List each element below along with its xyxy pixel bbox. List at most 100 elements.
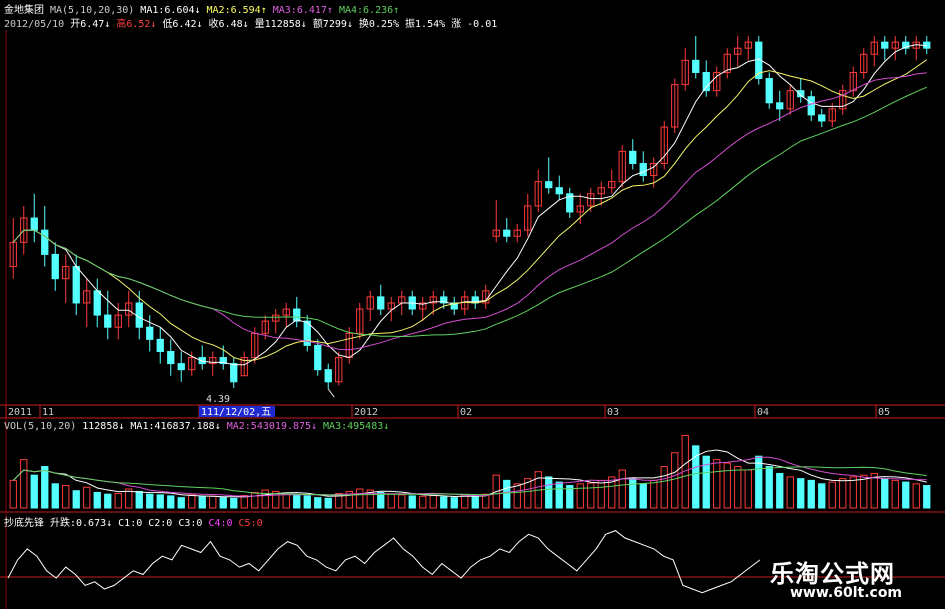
volume-bar-72 bbox=[765, 466, 773, 509]
candle-body-66 bbox=[702, 71, 710, 92]
candle-body-51 bbox=[545, 181, 553, 189]
volume-bar-85 bbox=[902, 481, 910, 509]
volume-header: VOL(5,10,20) 112858↓ MA1:416837.188↓ MA2:54… bbox=[4, 421, 395, 432]
volume-header-item-0: VOL(5,10,20) bbox=[4, 421, 77, 432]
volume-header-item-2: MA1:416837.188↓ bbox=[130, 421, 221, 432]
watermark-url: www.60lt.com bbox=[790, 585, 903, 601]
volume-bar-38 bbox=[408, 495, 416, 509]
volume-bar-39 bbox=[419, 495, 427, 509]
volume-bar-7 bbox=[83, 486, 91, 509]
volume-bar-19 bbox=[209, 495, 217, 509]
volume-bar-4 bbox=[51, 483, 59, 509]
volume-bar-62 bbox=[660, 466, 668, 509]
volume-bar-15 bbox=[167, 495, 175, 509]
volume-bar-59 bbox=[629, 478, 637, 509]
candle-body-59 bbox=[629, 150, 637, 164]
volume-bar-86 bbox=[912, 483, 920, 509]
candle-body-14 bbox=[156, 338, 164, 352]
candle-body-76 bbox=[807, 96, 815, 116]
indicator-line bbox=[7, 530, 761, 594]
volume-bar-12 bbox=[135, 490, 143, 509]
volume-bar-23 bbox=[251, 491, 259, 509]
volume-bar-9 bbox=[104, 493, 112, 509]
volume-bar-56 bbox=[597, 479, 605, 509]
candle-body-73 bbox=[776, 102, 784, 110]
date-label-0: 2011 bbox=[8, 407, 32, 418]
watermark-title: 乐淘公式网 bbox=[770, 560, 895, 588]
indicator-header-item-4: C3:0 bbox=[178, 518, 203, 529]
candle-body-9 bbox=[104, 314, 112, 328]
volume-bar-41 bbox=[440, 496, 448, 509]
volume-bar-60 bbox=[639, 483, 647, 509]
date-label-5: 03 bbox=[607, 407, 619, 418]
indicator-header-item-5: C4:0 bbox=[208, 518, 233, 529]
candle-body-47 bbox=[503, 229, 511, 237]
volume-bar-51 bbox=[545, 476, 553, 509]
volume-bar-0 bbox=[9, 479, 17, 509]
volume-bar-69 bbox=[734, 466, 742, 509]
volume-bar-74 bbox=[786, 476, 794, 509]
volume-bar-70 bbox=[744, 469, 752, 509]
indicator-header-item-0: 抄底先锋 bbox=[4, 518, 44, 529]
volume-bar-36 bbox=[387, 493, 395, 509]
volume-bar-63 bbox=[671, 452, 679, 509]
date-label-1: 11 bbox=[42, 407, 54, 418]
candle-body-30 bbox=[324, 369, 332, 383]
volume-bar-67 bbox=[713, 459, 721, 509]
date-label-7: 05 bbox=[878, 407, 890, 418]
volume-bar-26 bbox=[282, 493, 290, 509]
volume-bar-82 bbox=[870, 472, 878, 509]
volume-bar-20 bbox=[219, 497, 227, 509]
volume-bar-54 bbox=[576, 483, 584, 509]
volume-bar-1 bbox=[20, 459, 28, 509]
volume-bar-27 bbox=[293, 494, 301, 509]
candle-body-15 bbox=[167, 350, 175, 365]
volume-bar-30 bbox=[324, 497, 332, 509]
candle-body-4 bbox=[51, 253, 59, 280]
volume-bar-6 bbox=[72, 490, 80, 509]
volume-bar-84 bbox=[891, 479, 899, 509]
candle-body-27 bbox=[293, 308, 301, 322]
volume-bar-81 bbox=[860, 474, 868, 509]
volume-header-item-4: MA3:495483↓ bbox=[323, 421, 390, 432]
indicator-header: 抄底先锋 升跌:0.673↓ C1:0 C2:0 C3:0 C4:0 C5:0 bbox=[4, 514, 269, 529]
low-pointer bbox=[327, 388, 335, 398]
candle-body-12 bbox=[135, 302, 143, 328]
volume-bar-28 bbox=[303, 495, 311, 509]
volume-bar-78 bbox=[828, 481, 836, 509]
candle-body-60 bbox=[639, 162, 647, 177]
volume-bar-48 bbox=[513, 483, 521, 509]
candle-body-13 bbox=[146, 326, 154, 340]
volume-bar-13 bbox=[146, 493, 154, 509]
volume-bar-80 bbox=[849, 476, 857, 509]
date-label-4: 02 bbox=[460, 407, 472, 418]
volume-bar-33 bbox=[356, 488, 364, 509]
candle-body-6 bbox=[72, 266, 80, 304]
date-label-2: 111/12/02,五 bbox=[201, 407, 271, 418]
low-price-annotation: 4.39 bbox=[206, 394, 231, 405]
candle-body-21 bbox=[230, 363, 238, 383]
volume-bar-17 bbox=[188, 494, 196, 509]
indicator-header-item-3: C2:0 bbox=[148, 518, 173, 529]
volume-bar-58 bbox=[618, 469, 626, 509]
date-label-6: 04 bbox=[757, 407, 769, 418]
volume-bar-61 bbox=[650, 479, 658, 509]
ma-line-4 bbox=[12, 86, 927, 338]
volume-header-item-1: 112858↓ bbox=[82, 421, 125, 432]
volume-bar-42 bbox=[450, 497, 458, 509]
indicator-header-item-6: C5:0 bbox=[238, 518, 263, 529]
candle-body-8 bbox=[93, 290, 101, 316]
volume-bar-71 bbox=[755, 455, 763, 509]
volume-bar-14 bbox=[156, 494, 164, 509]
volume-bar-87 bbox=[923, 485, 931, 509]
volume-bar-75 bbox=[797, 478, 805, 509]
volume-bar-24 bbox=[261, 489, 269, 509]
volume-bar-22 bbox=[240, 495, 248, 509]
volume-bar-37 bbox=[398, 494, 406, 509]
candle-body-52 bbox=[555, 187, 563, 195]
volume-bar-73 bbox=[776, 472, 784, 509]
indicator-header-item-1: 升跌:0.673↓ bbox=[50, 518, 113, 529]
volume-bar-79 bbox=[839, 478, 847, 509]
volume-bar-83 bbox=[881, 478, 889, 509]
volume-bar-76 bbox=[807, 479, 815, 509]
